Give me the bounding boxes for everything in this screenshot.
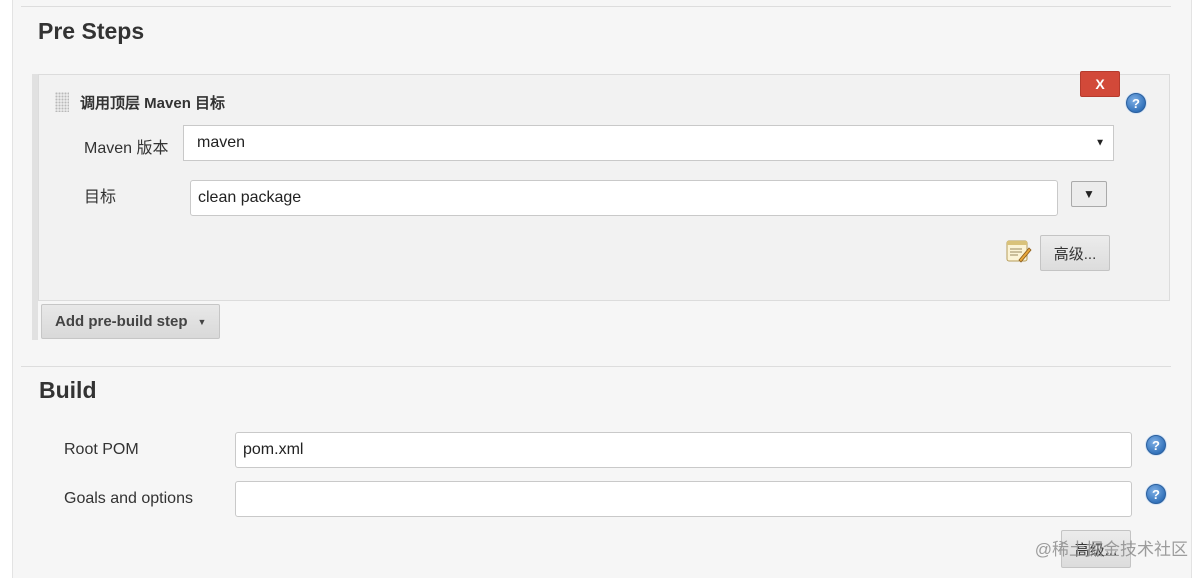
step-title: 调用顶层 Maven 目标 — [80, 95, 226, 112]
pre-steps-title: Pre Steps — [38, 18, 145, 44]
top-divider — [21, 6, 1171, 7]
notepad-icon[interactable] — [1004, 237, 1032, 265]
root-pom-value: pom.xml — [243, 441, 304, 458]
watermark: @稀土掘金技术社区 — [1034, 540, 1188, 559]
caret-down-icon: ▼ — [197, 316, 207, 327]
goals-options-label: Goals and options — [64, 490, 193, 507]
maven-version-select[interactable]: maven ▼ — [183, 125, 1114, 161]
add-pre-build-step-button[interactable]: Add pre-build step ▼ — [41, 304, 220, 339]
drag-handle-icon[interactable] — [55, 92, 69, 112]
help-icon[interactable]: ? — [1126, 93, 1146, 113]
goals-expand-button[interactable]: ▼ — [1071, 181, 1107, 207]
advanced-button[interactable]: 高级... — [1040, 235, 1110, 271]
maven-version-value: maven — [197, 134, 246, 151]
build-title: Build — [39, 377, 97, 403]
config-page: Pre Steps 调用顶层 Maven 目标 X Maven 版本 maven… — [12, 0, 1192, 578]
goals-value: clean package — [198, 189, 302, 206]
build-divider — [21, 366, 1171, 367]
help-icon[interactable]: ? — [1146, 435, 1166, 455]
goals-label: 目标 — [84, 189, 117, 206]
chevron-down-icon: ▼ — [1095, 137, 1105, 149]
root-pom-label: Root POM — [64, 441, 139, 458]
help-icon[interactable]: ? — [1146, 484, 1166, 504]
goals-input[interactable]: clean package — [190, 180, 1058, 216]
maven-step-panel: 调用顶层 Maven 目标 X Maven 版本 maven ▼ 目标 clea… — [38, 71, 1170, 301]
pre-step-container: 调用顶层 Maven 目标 X Maven 版本 maven ▼ 目标 clea… — [32, 71, 1170, 340]
root-pom-input[interactable]: pom.xml — [235, 432, 1132, 468]
add-pre-build-step-label: Add pre-build step — [55, 313, 188, 330]
delete-step-button[interactable]: X — [1080, 71, 1120, 97]
goals-options-input[interactable] — [235, 481, 1132, 517]
maven-version-label: Maven 版本 — [84, 140, 169, 157]
